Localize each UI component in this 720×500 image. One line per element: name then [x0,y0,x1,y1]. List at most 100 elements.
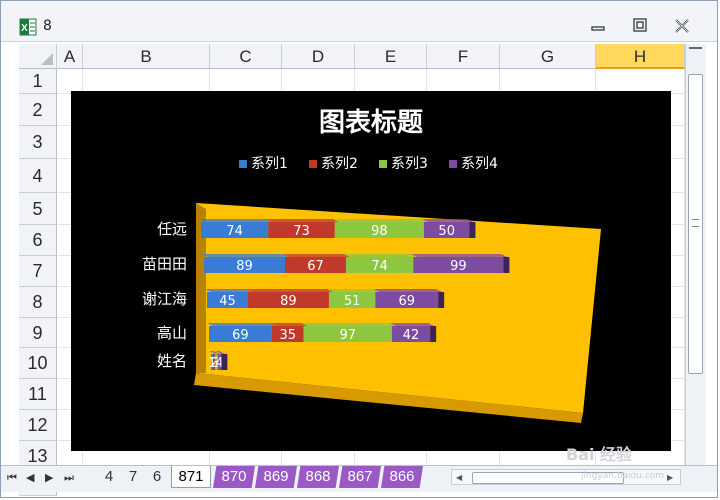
bar-data-label: 45 [219,294,236,309]
bar-end-cap [430,326,437,342]
bar-segment-group: 67 [282,254,350,274]
excel-icon: X [19,18,37,36]
column-header-d[interactable]: D [282,44,355,69]
scroll-left-icon[interactable]: ◀ [456,473,462,482]
sheet-tab-867[interactable]: 867 [339,466,381,488]
grip-icon [692,219,699,227]
row-header-5[interactable]: 5 [19,193,57,225]
bar-segment-group: 98 [332,219,428,239]
category-label: 苗田田 [142,255,187,273]
row-header-3[interactable]: 3 [19,126,57,159]
excel-window: X 8 ABCDEFGH 1234567891011121314 [0,0,718,498]
bar-data-label: 69 [398,294,415,309]
bar-data-label: 98 [371,224,388,239]
bar-data-label: 51 [344,294,361,309]
bar-end-cap [469,222,476,238]
column-header-g[interactable]: G [500,44,596,69]
bar-chart-svg: 图表标题 系列1 系列2 系列3 系列4 任远苗田田谢江海高山姓名 74 73 98 50 8… [142,108,601,423]
sheet-tab-870[interactable]: 870 [213,466,255,488]
row-header-10[interactable]: 10 [19,348,57,379]
bar-top-face [411,254,508,257]
bar-segment-group: 51 [326,289,380,309]
last-sheet-icon[interactable]: ⏭ [64,471,74,485]
row-header-8[interactable]: 8 [19,287,57,318]
sheet-tab-7[interactable]: 7 [121,466,145,488]
bar-top-face [421,219,474,222]
minimize-button[interactable] [585,17,611,39]
sheet-tab-4[interactable]: 4 [97,466,121,488]
sheet-tab-868[interactable]: 868 [297,466,339,488]
column-header-c[interactable]: C [210,44,282,69]
sheet-tab-869[interactable]: 869 [255,466,297,488]
column-header-h[interactable]: H [596,44,685,69]
bar-data-label: 89 [280,294,297,309]
category-axis-labels: 任远苗田田谢江海高山姓名 [142,220,187,370]
bar-top-face [282,254,350,257]
legend-label: 系列3 [391,156,428,172]
bar-data-label: 42 [403,328,420,343]
bar-segment-group: 99 [411,254,508,274]
close-icon [675,19,689,33]
bar-data-label: 74 [371,259,388,274]
bar-top-face [343,254,418,257]
row-header-6[interactable]: 6 [19,225,57,256]
row-header-12[interactable]: 12 [19,410,57,441]
scroll-right-icon[interactable]: ▶ [667,473,673,482]
column-header-b[interactable]: B [83,44,210,69]
watermark-logo: Bai 经验 [566,441,632,465]
minimize-icon [591,26,605,31]
bar-data-label: 35 [279,328,296,343]
bar-top-face [202,254,289,257]
sheet-tab-active[interactable]: 871 [171,466,211,488]
chart-area[interactable]: 图表标题 系列1 系列2 系列3 系列4 任远 苗田田 谢江海 高山 姓名 74 73 98 50 8… [71,91,671,451]
category-label: 任远 [157,220,187,238]
select-all-corner[interactable] [19,44,57,69]
chart-title: 图表标题 [319,108,423,138]
row-header-1[interactable]: 1 [19,69,57,94]
window-title: 8 [43,18,52,34]
row-header-7[interactable]: 7 [19,256,57,287]
row-header-11[interactable]: 11 [19,379,57,410]
legend-label: 系列4 [461,156,498,172]
row-header-4[interactable]: 4 [19,159,57,193]
bar-segment-group: 74 [199,219,273,239]
bar-top-face [332,219,428,222]
title-bar: X 8 [1,1,717,42]
category-label: 姓名 [157,352,187,370]
row-header-9[interactable]: 9 [19,318,57,348]
bar-data-label: 67 [307,259,324,274]
watermark-text: Bai 经验 [566,445,633,464]
select-all-triangle [41,53,53,65]
bar-top-face [301,323,396,326]
bar-top-face [389,323,435,326]
bar-segment-group: 35 [269,323,308,343]
split-handle-icon[interactable] [689,47,702,57]
vertical-scroll-thumb[interactable] [688,74,703,374]
restore-button[interactable] [627,17,653,39]
first-sheet-icon[interactable]: ⏮ [7,471,17,485]
bar-segment-group: 89 [245,289,333,309]
legend-swatch [309,160,317,168]
bar-data-label: 73 [293,224,310,239]
sheet-tab-866[interactable]: 866 [381,466,423,488]
close-button[interactable] [669,17,695,39]
next-sheet-icon[interactable]: ▶ [45,471,53,484]
column-header-f[interactable]: F [427,44,500,69]
legend-swatch [449,160,457,168]
bar-top-face [373,289,443,292]
vertical-scrollbar[interactable] [685,44,706,465]
bar-segment-group: 45 [205,289,252,309]
bar-top-face [205,289,252,292]
bar-data-label: 97 [340,328,357,343]
bar-end-cap [221,354,228,370]
column-header-e[interactable]: E [355,44,427,69]
prev-sheet-icon[interactable]: ◀ [26,471,34,484]
bar-top-face [269,323,308,326]
row-header-2[interactable]: 2 [19,94,57,126]
column-header-a[interactable]: A [57,44,83,69]
bar-segment-group: 69 [207,323,276,343]
sheet-tab-6[interactable]: 6 [145,466,169,488]
legend-swatch [379,160,387,168]
restore-icon [633,18,647,32]
category-label: 谢江海 [142,290,187,308]
